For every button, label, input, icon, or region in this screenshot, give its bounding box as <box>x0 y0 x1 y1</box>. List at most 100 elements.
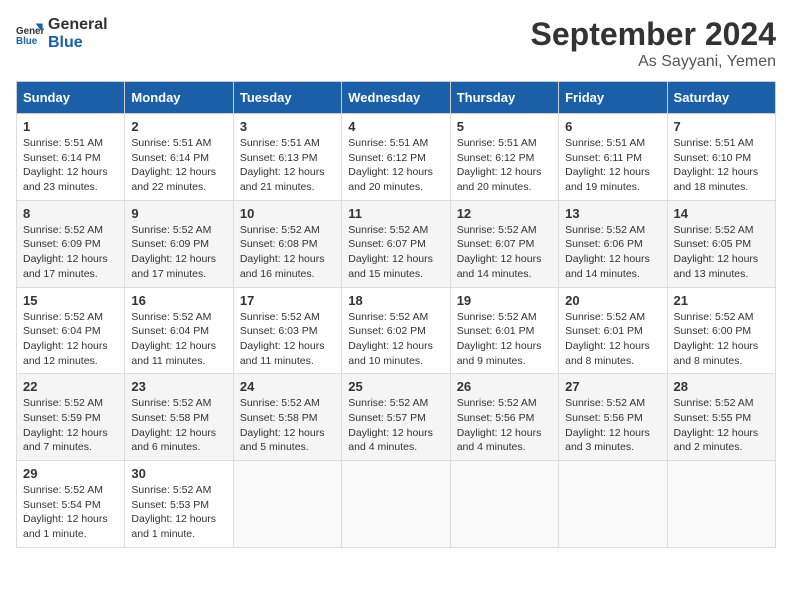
day-number: 14 <box>674 206 769 221</box>
header-saturday: Saturday <box>667 82 775 114</box>
calendar-header-row: SundayMondayTuesdayWednesdayThursdayFrid… <box>17 82 776 114</box>
day-number: 3 <box>240 119 335 134</box>
day-number: 28 <box>674 379 769 394</box>
day-info: Sunrise: 5:52 AM Sunset: 6:07 PM Dayligh… <box>348 223 443 282</box>
day-info: Sunrise: 5:52 AM Sunset: 6:01 PM Dayligh… <box>565 310 660 369</box>
day-info: Sunrise: 5:52 AM Sunset: 6:08 PM Dayligh… <box>240 223 335 282</box>
day-number: 25 <box>348 379 443 394</box>
day-info: Sunrise: 5:51 AM Sunset: 6:14 PM Dayligh… <box>23 136 118 195</box>
day-number: 17 <box>240 293 335 308</box>
day-info: Sunrise: 5:51 AM Sunset: 6:13 PM Dayligh… <box>240 136 335 195</box>
calendar-cell: 18 Sunrise: 5:52 AM Sunset: 6:02 PM Dayl… <box>342 287 450 374</box>
day-number: 27 <box>565 379 660 394</box>
day-info: Sunrise: 5:52 AM Sunset: 5:55 PM Dayligh… <box>674 396 769 455</box>
day-number: 30 <box>131 466 226 481</box>
header-sunday: Sunday <box>17 82 125 114</box>
calendar-cell: 16 Sunrise: 5:52 AM Sunset: 6:04 PM Dayl… <box>125 287 233 374</box>
calendar-cell: 10 Sunrise: 5:52 AM Sunset: 6:08 PM Dayl… <box>233 200 341 287</box>
calendar-cell: 1 Sunrise: 5:51 AM Sunset: 6:14 PM Dayli… <box>17 114 125 201</box>
logo: General Blue General Blue <box>16 16 108 51</box>
logo-general: General <box>48 16 108 34</box>
day-number: 29 <box>23 466 118 481</box>
day-info: Sunrise: 5:52 AM Sunset: 6:06 PM Dayligh… <box>565 223 660 282</box>
calendar-cell: 2 Sunrise: 5:51 AM Sunset: 6:14 PM Dayli… <box>125 114 233 201</box>
header: General Blue General Blue September 2024… <box>16 16 776 71</box>
calendar-table: SundayMondayTuesdayWednesdayThursdayFrid… <box>16 81 776 548</box>
logo-blue: Blue <box>48 34 108 52</box>
logo-icon: General Blue <box>16 20 44 48</box>
title-area: September 2024 As Sayyani, Yemen <box>531 16 776 71</box>
day-number: 22 <box>23 379 118 394</box>
calendar-week-5: 29 Sunrise: 5:52 AM Sunset: 5:54 PM Dayl… <box>17 461 776 548</box>
day-info: Sunrise: 5:52 AM Sunset: 6:03 PM Dayligh… <box>240 310 335 369</box>
day-info: Sunrise: 5:52 AM Sunset: 5:59 PM Dayligh… <box>23 396 118 455</box>
day-number: 11 <box>348 206 443 221</box>
calendar-cell: 7 Sunrise: 5:51 AM Sunset: 6:10 PM Dayli… <box>667 114 775 201</box>
calendar-cell: 19 Sunrise: 5:52 AM Sunset: 6:01 PM Dayl… <box>450 287 558 374</box>
calendar-cell: 15 Sunrise: 5:52 AM Sunset: 6:04 PM Dayl… <box>17 287 125 374</box>
calendar-cell: 14 Sunrise: 5:52 AM Sunset: 6:05 PM Dayl… <box>667 200 775 287</box>
day-info: Sunrise: 5:52 AM Sunset: 5:56 PM Dayligh… <box>565 396 660 455</box>
calendar-cell: 3 Sunrise: 5:51 AM Sunset: 6:13 PM Dayli… <box>233 114 341 201</box>
calendar-cell: 17 Sunrise: 5:52 AM Sunset: 6:03 PM Dayl… <box>233 287 341 374</box>
day-number: 23 <box>131 379 226 394</box>
day-info: Sunrise: 5:51 AM Sunset: 6:12 PM Dayligh… <box>457 136 552 195</box>
calendar-cell <box>342 461 450 548</box>
calendar-week-3: 15 Sunrise: 5:52 AM Sunset: 6:04 PM Dayl… <box>17 287 776 374</box>
day-info: Sunrise: 5:52 AM Sunset: 6:07 PM Dayligh… <box>457 223 552 282</box>
day-info: Sunrise: 5:51 AM Sunset: 6:11 PM Dayligh… <box>565 136 660 195</box>
day-number: 8 <box>23 206 118 221</box>
day-info: Sunrise: 5:52 AM Sunset: 6:04 PM Dayligh… <box>131 310 226 369</box>
day-number: 9 <box>131 206 226 221</box>
day-info: Sunrise: 5:52 AM Sunset: 5:58 PM Dayligh… <box>240 396 335 455</box>
day-info: Sunrise: 5:52 AM Sunset: 5:56 PM Dayligh… <box>457 396 552 455</box>
svg-text:Blue: Blue <box>16 35 38 46</box>
day-number: 10 <box>240 206 335 221</box>
calendar-cell: 8 Sunrise: 5:52 AM Sunset: 6:09 PM Dayli… <box>17 200 125 287</box>
header-wednesday: Wednesday <box>342 82 450 114</box>
day-number: 1 <box>23 119 118 134</box>
calendar-cell: 6 Sunrise: 5:51 AM Sunset: 6:11 PM Dayli… <box>559 114 667 201</box>
day-number: 13 <box>565 206 660 221</box>
day-number: 2 <box>131 119 226 134</box>
calendar-cell: 4 Sunrise: 5:51 AM Sunset: 6:12 PM Dayli… <box>342 114 450 201</box>
day-number: 18 <box>348 293 443 308</box>
day-info: Sunrise: 5:52 AM Sunset: 5:58 PM Dayligh… <box>131 396 226 455</box>
day-number: 6 <box>565 119 660 134</box>
day-info: Sunrise: 5:51 AM Sunset: 6:12 PM Dayligh… <box>348 136 443 195</box>
calendar-cell: 20 Sunrise: 5:52 AM Sunset: 6:01 PM Dayl… <box>559 287 667 374</box>
calendar-cell: 28 Sunrise: 5:52 AM Sunset: 5:55 PM Dayl… <box>667 374 775 461</box>
calendar-cell: 30 Sunrise: 5:52 AM Sunset: 5:53 PM Dayl… <box>125 461 233 548</box>
day-number: 7 <box>674 119 769 134</box>
calendar-cell: 5 Sunrise: 5:51 AM Sunset: 6:12 PM Dayli… <box>450 114 558 201</box>
calendar-week-2: 8 Sunrise: 5:52 AM Sunset: 6:09 PM Dayli… <box>17 200 776 287</box>
day-info: Sunrise: 5:52 AM Sunset: 6:01 PM Dayligh… <box>457 310 552 369</box>
day-number: 24 <box>240 379 335 394</box>
day-number: 4 <box>348 119 443 134</box>
calendar-week-1: 1 Sunrise: 5:51 AM Sunset: 6:14 PM Dayli… <box>17 114 776 201</box>
day-number: 16 <box>131 293 226 308</box>
day-info: Sunrise: 5:52 AM Sunset: 6:05 PM Dayligh… <box>674 223 769 282</box>
calendar-cell: 11 Sunrise: 5:52 AM Sunset: 6:07 PM Dayl… <box>342 200 450 287</box>
header-thursday: Thursday <box>450 82 558 114</box>
day-number: 20 <box>565 293 660 308</box>
calendar-cell: 29 Sunrise: 5:52 AM Sunset: 5:54 PM Dayl… <box>17 461 125 548</box>
calendar-cell <box>233 461 341 548</box>
header-monday: Monday <box>125 82 233 114</box>
day-info: Sunrise: 5:52 AM Sunset: 6:09 PM Dayligh… <box>23 223 118 282</box>
header-tuesday: Tuesday <box>233 82 341 114</box>
day-number: 15 <box>23 293 118 308</box>
day-number: 26 <box>457 379 552 394</box>
calendar-cell: 25 Sunrise: 5:52 AM Sunset: 5:57 PM Dayl… <box>342 374 450 461</box>
day-info: Sunrise: 5:52 AM Sunset: 5:54 PM Dayligh… <box>23 483 118 542</box>
calendar-cell: 12 Sunrise: 5:52 AM Sunset: 6:07 PM Dayl… <box>450 200 558 287</box>
day-number: 5 <box>457 119 552 134</box>
calendar-cell <box>667 461 775 548</box>
day-info: Sunrise: 5:52 AM Sunset: 6:02 PM Dayligh… <box>348 310 443 369</box>
day-info: Sunrise: 5:52 AM Sunset: 5:53 PM Dayligh… <box>131 483 226 542</box>
day-info: Sunrise: 5:52 AM Sunset: 6:04 PM Dayligh… <box>23 310 118 369</box>
day-info: Sunrise: 5:51 AM Sunset: 6:10 PM Dayligh… <box>674 136 769 195</box>
calendar-cell: 24 Sunrise: 5:52 AM Sunset: 5:58 PM Dayl… <box>233 374 341 461</box>
calendar-cell: 26 Sunrise: 5:52 AM Sunset: 5:56 PM Dayl… <box>450 374 558 461</box>
month-title: September 2024 <box>531 16 776 53</box>
